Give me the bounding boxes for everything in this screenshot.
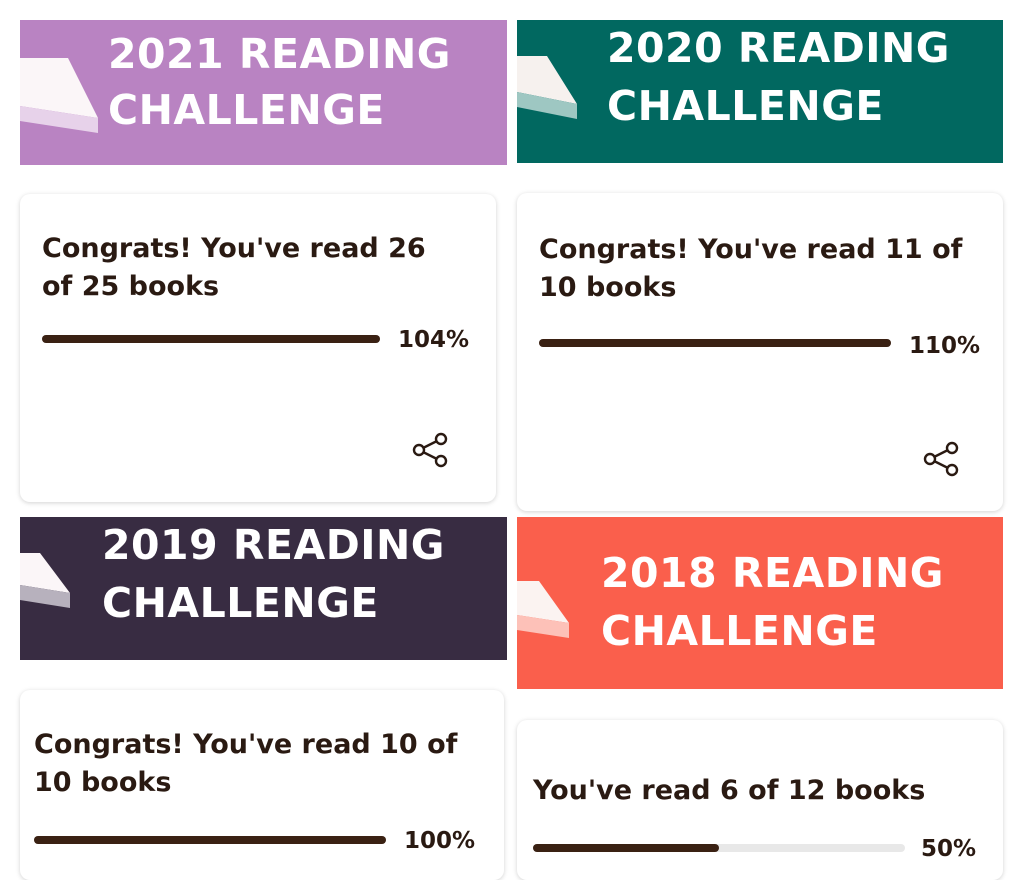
banner-title-line2: CHALLENGE	[108, 86, 385, 134]
progress-message: Congrats! You've read 11 of 10 books	[539, 234, 963, 303]
banner-title-line1: 2020 READING	[607, 24, 950, 72]
banner-title-line2: CHALLENGE	[607, 82, 884, 130]
banner-title-line1: 2021 READING	[108, 30, 451, 78]
progress-bar-fill	[539, 339, 891, 347]
banner-2020: 2020 READING CHALLENGE	[517, 20, 1003, 163]
progress-message: You've read 6 of 12 books	[533, 775, 926, 806]
progress-message: Congrats! You've read 10 of 10 books	[34, 729, 458, 798]
challenge-card-2019[interactable]: Congrats! You've read 10 of 10 books 100…	[20, 690, 504, 880]
banner-title-line2: CHALLENGE	[601, 607, 878, 655]
progress-bar	[34, 836, 386, 844]
book-icon	[20, 553, 70, 608]
progress-bar-fill	[42, 335, 380, 343]
progress-percent: 50%	[921, 836, 977, 862]
banner-2021: 2021 READING CHALLENGE	[20, 20, 507, 165]
progress-percent: 100%	[404, 828, 476, 854]
progress-bar	[42, 335, 380, 343]
book-icon	[517, 56, 577, 119]
progress-bar	[533, 844, 905, 852]
progress-bar-fill	[533, 844, 719, 852]
challenge-card-2021[interactable]: Congrats! You've read 26 of 25 books 104…	[20, 194, 496, 502]
banner-2018: 2018 READING CHALLENGE	[517, 517, 1003, 689]
banner-title-line1: 2019 READING	[102, 521, 445, 569]
progress-message: Congrats! You've read 26 of 25 books	[42, 233, 426, 302]
progress-bar-fill	[34, 836, 386, 844]
challenge-card-2020[interactable]: Congrats! You've read 11 of 10 books 110…	[517, 193, 1003, 511]
book-icon	[20, 58, 98, 133]
banner-title-line2: CHALLENGE	[102, 579, 379, 627]
book-icon	[517, 581, 569, 638]
progress-bar	[539, 339, 891, 347]
share-icon[interactable]	[410, 432, 450, 468]
banner-title-line1: 2018 READING	[601, 549, 944, 597]
challenge-card-2018[interactable]: You've read 6 of 12 books 50%	[517, 720, 1003, 880]
progress-percent: 104%	[398, 327, 470, 353]
banner-2019: 2019 READING CHALLENGE	[20, 517, 507, 660]
share-icon[interactable]	[921, 441, 961, 477]
progress-percent: 110%	[909, 333, 981, 359]
